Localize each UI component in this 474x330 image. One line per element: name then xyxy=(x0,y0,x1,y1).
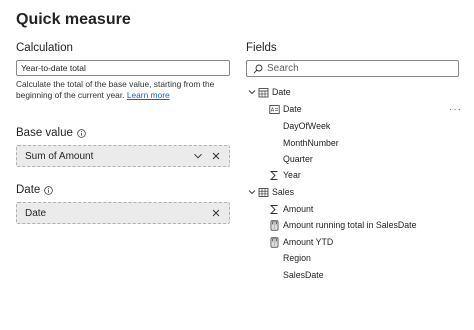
calculation-label-text: Calculation xyxy=(16,42,73,54)
tree-field-quarter[interactable]: Quarter xyxy=(283,152,313,166)
calculation-description-text: Calculate the total of the base value, s… xyxy=(16,79,215,100)
search-placeholder: Search xyxy=(267,63,299,74)
tree-field-label: MonthNumber xyxy=(283,138,339,148)
date-well[interactable]: Date xyxy=(16,202,230,224)
tree-field-label: SalesDate xyxy=(283,270,324,280)
tree-field-label: Amount YTD xyxy=(283,237,334,247)
tree-field-label: Amount running total in SalesDate xyxy=(283,220,417,230)
tree-field-dayofweek[interactable]: DayOfWeek xyxy=(283,119,330,133)
tree-field-label: DayOfWeek xyxy=(283,121,331,131)
dialog-title: Quick measure xyxy=(16,11,131,28)
date-hierarchy-icon: A xyxy=(269,104,280,114)
calculator-icon xyxy=(270,219,279,231)
base-value-label-text: Base value xyxy=(16,127,73,139)
tree-field-amount-ytd[interactable]: Amount YTD xyxy=(269,235,333,249)
svg-text:A: A xyxy=(271,107,275,113)
tree-field-label: Quarter xyxy=(283,154,313,164)
chevron-down-icon[interactable] xyxy=(248,188,256,196)
base-value-field: Sum of Amount xyxy=(25,150,94,162)
fields-label-text: Fields xyxy=(246,42,277,54)
calendar-table-icon xyxy=(258,87,269,97)
tree-table-sales[interactable]: Sales xyxy=(248,185,294,199)
calculation-description: Calculate the total of the base value, s… xyxy=(16,79,234,100)
sigma-icon xyxy=(269,204,278,214)
info-icon[interactable] xyxy=(44,185,54,195)
date-field: Date xyxy=(25,207,47,219)
chevron-down-icon[interactable] xyxy=(189,147,207,165)
tree-table-label: Sales xyxy=(272,187,295,197)
fields-label: Fields xyxy=(246,42,277,54)
tree-field-monthnumber[interactable]: MonthNumber xyxy=(283,136,339,150)
calculator-icon xyxy=(270,236,279,248)
tree-field-label: Amount xyxy=(283,204,314,214)
search-icon xyxy=(253,64,263,73)
tree-field-amount-running-total[interactable]: Amount running total in SalesDate xyxy=(269,218,417,232)
chevron-down-icon[interactable] xyxy=(248,88,256,96)
tree-field-amount[interactable]: Amount xyxy=(269,202,313,216)
tree-field-label: Year xyxy=(283,170,301,180)
tree-field-label: Region xyxy=(283,253,311,263)
tree-table-date[interactable]: Date xyxy=(248,85,291,99)
tree-field-label: Date xyxy=(283,104,302,114)
close-icon[interactable] xyxy=(207,147,225,165)
more-options-icon[interactable]: ··· xyxy=(449,104,462,115)
sigma-icon xyxy=(269,170,278,180)
tree-field-salesdate[interactable]: SalesDate xyxy=(283,268,324,282)
tree-field-region[interactable]: Region xyxy=(283,251,311,265)
learn-more-link[interactable]: Learn more xyxy=(127,90,170,100)
tree-field-year[interactable]: Year xyxy=(269,168,301,182)
close-icon[interactable] xyxy=(207,204,225,222)
tree-table-label: Date xyxy=(272,87,291,97)
date-label: Date xyxy=(16,184,54,196)
calculation-select[interactable]: Year-to-date total xyxy=(16,60,230,76)
search-input[interactable]: Search xyxy=(246,60,459,77)
base-value-well[interactable]: Sum of Amount xyxy=(16,145,230,167)
date-label-text: Date xyxy=(16,184,41,196)
table-icon xyxy=(258,187,269,197)
tree-field-date[interactable]: A Date xyxy=(269,102,302,116)
base-value-label: Base value xyxy=(16,127,86,139)
info-icon[interactable] xyxy=(77,128,86,138)
calculation-label: Calculation xyxy=(16,42,73,54)
